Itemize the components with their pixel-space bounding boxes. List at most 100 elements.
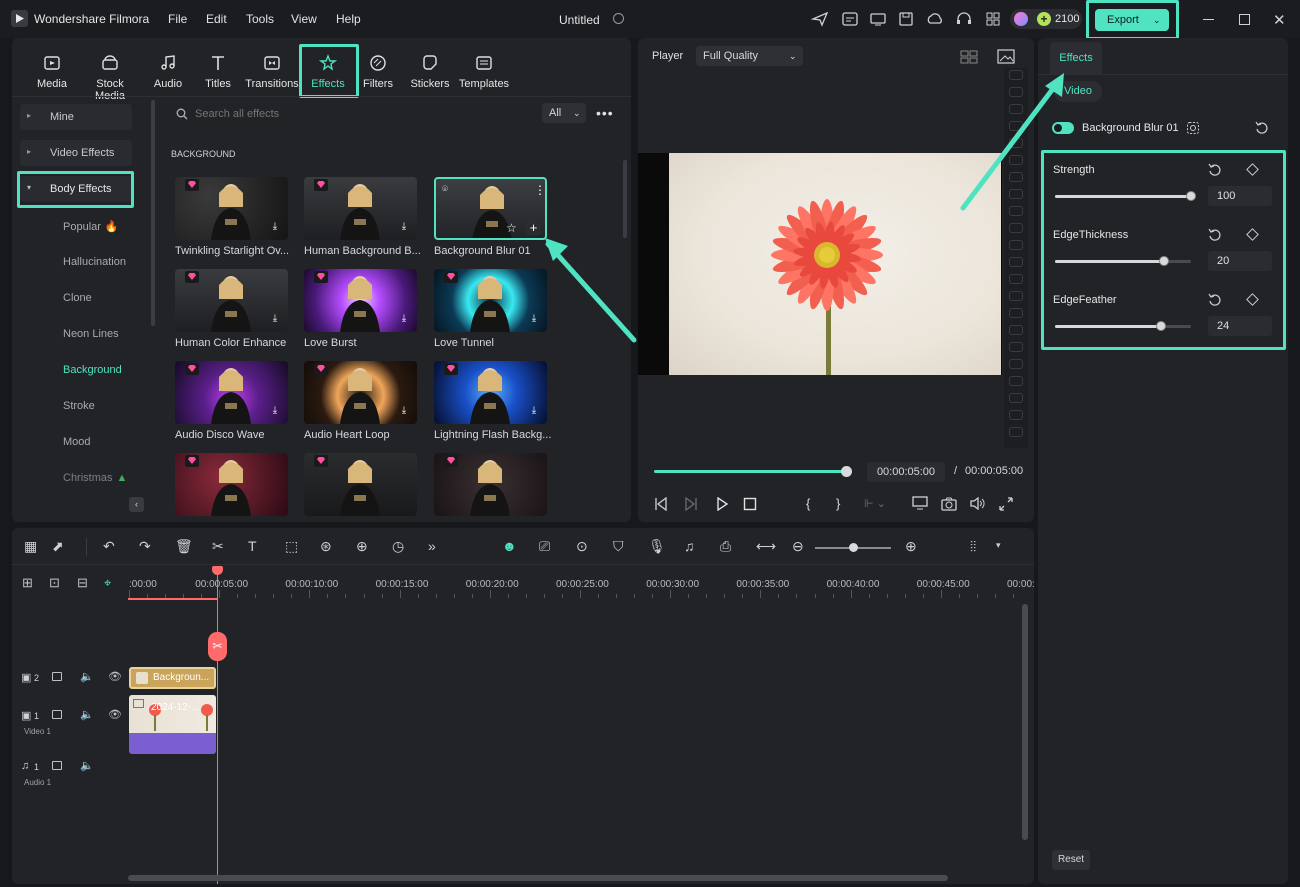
snapshot-view-icon[interactable] [997,49,1015,64]
eye-icon[interactable]: 👁 [108,670,122,683]
volume-icon[interactable] [969,496,985,511]
favorite-star-icon[interactable]: ☆ [506,221,517,235]
credits-badge[interactable]: + 2100 [1010,9,1082,29]
download-icon[interactable]: ⤓ [269,313,281,325]
download-icon[interactable]: ⤓ [398,313,410,325]
snapshot-icon[interactable]: ⎙ [720,538,731,555]
timeline-vscroll[interactable] [1022,604,1028,840]
mask-icon[interactable] [1186,121,1200,135]
maximize-icon[interactable] [1239,14,1250,25]
player-scrubber[interactable] [654,470,846,473]
grid-view-icon[interactable] [960,50,978,64]
fit-icon[interactable]: ⟷ [756,538,776,555]
menu-edit[interactable]: Edit [206,12,227,26]
tab-templates[interactable]: Templates [454,54,514,90]
headset-icon[interactable] [955,11,973,27]
display-icon[interactable] [912,496,928,511]
lock-icon[interactable] [52,710,62,719]
effect-thumbnail[interactable]: ⤓ [304,361,417,424]
select-tool-icon[interactable]: ⬈ [52,538,64,555]
lock-icon[interactable] [52,672,62,681]
menu-tools[interactable]: Tools [246,12,274,26]
eye-icon[interactable]: 👁 [108,708,122,721]
download-icon[interactable]: ⤓ [269,405,281,417]
view-options-icon[interactable]: ⦙⦙ [970,538,976,555]
effect-thumbnail[interactable]: ⤓ [434,361,547,424]
camera-icon[interactable] [941,496,957,511]
effect-thumbnail[interactable]: ⤓ [304,269,417,332]
download-icon[interactable]: ⤓ [398,405,410,417]
sidebar-sub-background[interactable]: Background [63,364,122,376]
shield-icon[interactable]: ⛉ [613,538,624,555]
effect-thumbnail[interactable] [175,453,288,516]
menu-view[interactable]: View [291,12,317,26]
chevron-down-icon[interactable]: ▾ [996,540,1001,551]
apps-grid-icon[interactable] [984,11,1002,27]
download-icon[interactable]: ⤓ [398,221,410,233]
download-icon[interactable]: ⤓ [528,313,540,325]
mark-out-icon[interactable]: } [836,496,840,511]
tab-media[interactable]: Media [22,54,82,90]
volume-icon[interactable]: 🔈 [80,759,94,772]
menu-help[interactable]: Help [336,12,361,26]
search-input[interactable] [195,105,515,123]
ai-icon[interactable]: ⊕ [356,538,368,555]
effect-thumbnail[interactable]: ⤓ [304,177,417,240]
menu-file[interactable]: File [168,12,187,26]
effect-toggle[interactable] [1052,122,1074,134]
volume-icon[interactable]: 🔈 [80,708,94,721]
unlink-icon[interactable]: ⊟ [77,575,88,591]
monitor-icon[interactable] [869,11,887,27]
close-icon[interactable]: ✕ [1273,11,1286,29]
reset-button[interactable]: Reset [1052,850,1090,870]
export-button[interactable]: Export ⌄ [1095,9,1169,31]
ai-toolbox-icon[interactable] [841,11,859,27]
tab-stickers[interactable]: Stickers [400,54,460,90]
tab-video[interactable]: Video [1054,81,1102,102]
effect-thumbnail[interactable]: ⤓ [434,269,547,332]
split-scissors-icon[interactable]: ✂ [208,632,227,661]
sidebar-sub-clone[interactable]: Clone [63,292,92,304]
play-range-icon[interactable]: ⊙ [576,538,588,555]
sidebar-sub-neon-lines[interactable]: Neon Lines [63,328,119,340]
effect-thumbnail[interactable] [434,453,547,516]
minimize-icon[interactable] [1203,19,1214,20]
text-icon[interactable]: T [248,538,257,554]
redo-icon[interactable]: ↷ [139,538,151,555]
sidebar-item-mine[interactable]: ▸ Mine [20,104,132,130]
tab-stock-media[interactable]: Stock Media [80,54,140,102]
cut-icon[interactable]: ✂ [212,538,224,555]
save-icon[interactable] [897,11,915,27]
download-icon[interactable]: ⤓ [269,221,281,233]
video-canvas[interactable] [638,153,1002,375]
timeline-hscroll[interactable] [128,875,948,881]
add-track-icon[interactable]: ⊞ [22,575,33,591]
zoom-slider[interactable] [815,543,891,552]
effect-thumbnail[interactable]: ⌾ ⋮ ☆ + [434,177,547,240]
sidebar-item-video-effects[interactable]: ▸ Video Effects [20,140,132,166]
sidebar-sub-popular[interactable]: Popular 🔥 [63,220,119,233]
undo-icon[interactable]: ↶ [103,538,115,555]
filter-select[interactable]: All ⌄ [542,103,586,123]
fullscreen-icon[interactable] [999,497,1013,511]
tab-transitions[interactable]: Transitions [242,54,302,90]
link-icon[interactable]: ⊡ [49,575,60,591]
effect-thumbnail[interactable]: ⤓ [175,177,288,240]
delete-icon[interactable]: 🗑 [175,538,193,555]
stop-icon[interactable] [743,497,757,511]
add-effect-button[interactable]: + [526,220,541,235]
play-icon[interactable] [715,497,729,511]
download-icon[interactable]: ⤓ [528,405,540,417]
sidebar-sub-hallucination[interactable]: Hallucination [63,256,126,268]
cloud-icon[interactable] [926,11,944,27]
audio-list-icon[interactable]: ♫ [684,538,695,554]
effect-clip[interactable]: Backgroun... [129,667,216,689]
crop-icon[interactable]: ⬚ [285,538,298,555]
color-icon[interactable]: ⊛ [320,538,332,555]
scrubber-knob[interactable] [841,466,852,477]
lock-icon[interactable] [52,761,62,770]
sidebar-sub-mood[interactable]: Mood [63,436,91,448]
send-icon[interactable] [811,11,829,27]
effect-thumbnail[interactable] [304,453,417,516]
ai-mate-icon[interactable]: ☻ [502,538,517,554]
